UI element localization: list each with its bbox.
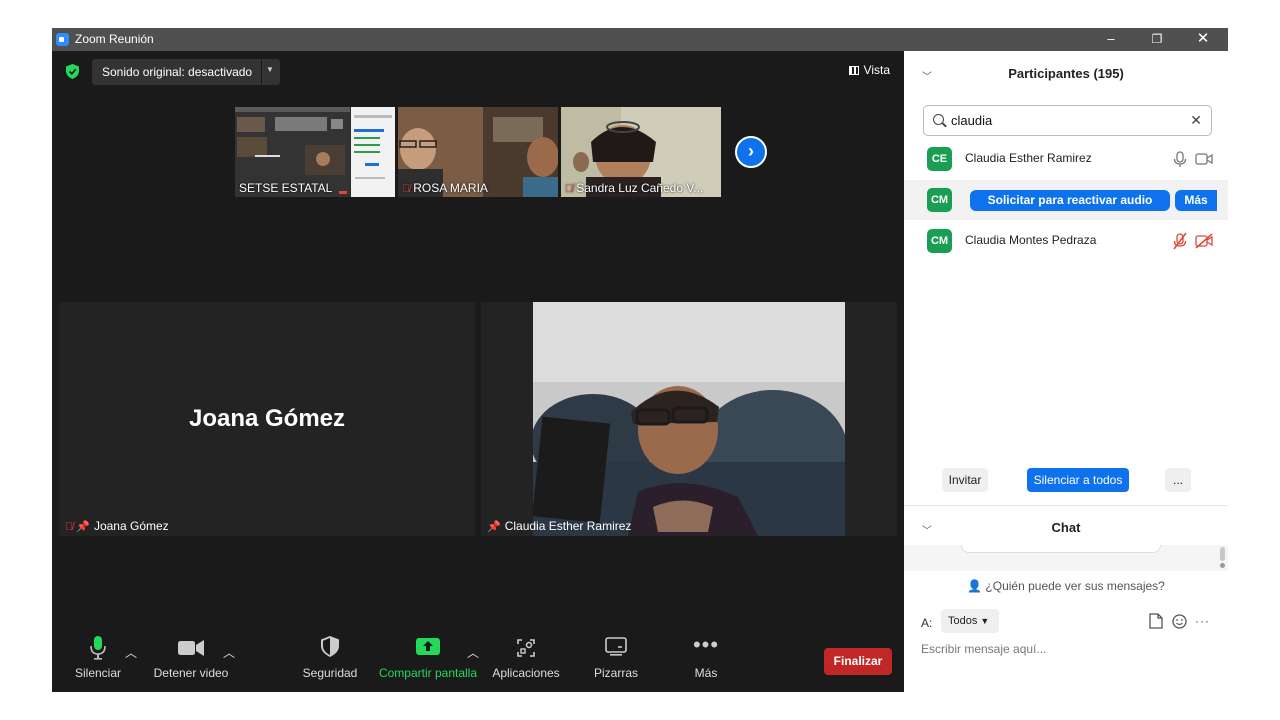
request-unmute-button[interactable]: Solicitar para reactivar audio: [970, 190, 1170, 211]
participant-row[interactable]: CM Claudia Montes Pedraza: [904, 221, 1228, 261]
side-panel: ﹀ Participantes (195) claudia ✕ CE Claud…: [904, 51, 1228, 692]
who-can-see-link[interactable]: 👤 ¿Quién puede ver sus mensajes?: [904, 579, 1228, 593]
apps-icon: [490, 632, 562, 662]
scrollbar-thumb[interactable]: [1220, 563, 1225, 568]
more-options-button[interactable]: Más: [1175, 190, 1217, 211]
more-dots-icon[interactable]: ···: [1195, 614, 1210, 628]
participant-row[interactable]: CE Claudia Esther Ramirez: [904, 139, 1228, 179]
whiteboards-button[interactable]: Pizarras: [586, 632, 646, 692]
participant-search-input[interactable]: claudia ✕: [923, 105, 1212, 136]
scrollbar[interactable]: [1220, 547, 1225, 561]
video-camera-icon[interactable]: [1194, 149, 1214, 169]
security-label: Seguridad: [302, 666, 358, 680]
minimize-button[interactable]: –: [1088, 28, 1134, 51]
original-sound-button[interactable]: Sonido original: desactivado ▼: [92, 59, 280, 85]
whiteboard-icon: [586, 632, 646, 662]
video-options-chevron-icon[interactable]: ︿: [223, 644, 235, 661]
share-screen-button[interactable]: Compartir pantalla: [376, 632, 480, 692]
participant-row-hover[interactable]: CM Solicitar para reactivar audio Más: [904, 180, 1228, 220]
participant-tile[interactable]: 📌 Claudia Esther Ramirez: [481, 302, 897, 536]
avatar: CM: [927, 188, 952, 212]
chevron-right-icon: ›: [748, 141, 754, 161]
whiteboards-label: Pizarras: [593, 666, 638, 680]
divider: [904, 505, 1228, 506]
file-icon[interactable]: [1149, 613, 1163, 629]
recipient-select[interactable]: Todos ▼: [941, 609, 999, 633]
to-label: A:: [921, 616, 933, 630]
restore-button[interactable]: ❐: [1134, 28, 1180, 51]
chat-message-input[interactable]: Escribir mensaje aquí...: [921, 642, 1046, 656]
close-button[interactable]: ✕: [1180, 28, 1226, 51]
more-dots-icon: •••: [692, 632, 720, 657]
pin-icon: 📌: [487, 521, 501, 533]
apps-button[interactable]: Aplicaciones: [490, 632, 562, 692]
participant-thumbnail[interactable]: 🎙̸ ROSA MARIA: [398, 107, 558, 197]
share-screen-icon: [376, 632, 480, 662]
more-options-button[interactable]: ...: [1165, 468, 1191, 492]
search-value: claudia: [951, 113, 993, 128]
muted-microphone-icon[interactable]: [1170, 231, 1190, 251]
more-button[interactable]: ••• Más: [676, 632, 736, 692]
zoom-window: Zoom Reunión – ❐ ✕ Sonido original: desa…: [52, 28, 1228, 692]
chevron-down-icon[interactable]: ▼: [266, 65, 274, 74]
thumbnail-name: 🎙̸ ROSA MARIA: [402, 181, 488, 195]
chevron-down-icon: ▼: [980, 616, 990, 626]
microphone-icon[interactable]: [1170, 149, 1190, 169]
emoji-icon[interactable]: [1172, 614, 1187, 629]
invite-button[interactable]: Invitar: [942, 468, 988, 492]
zoom-app-icon: [56, 33, 69, 46]
participants-title: Participantes (195): [1008, 66, 1124, 81]
divider: [261, 59, 262, 85]
share-options-chevron-icon[interactable]: ︿: [467, 644, 479, 661]
chat-title: Chat: [1051, 520, 1081, 535]
apps-label: Aplicaciones: [492, 666, 560, 680]
chat-message-bubble: [961, 545, 1161, 553]
thumbnail-name: 🎙̸ Sandra Luz Cañedo V...: [565, 181, 704, 195]
window-title: Zoom Reunión: [75, 32, 154, 46]
end-meeting-button[interactable]: Finalizar: [824, 648, 892, 675]
participant-display-name: Joana Gómez: [188, 405, 346, 432]
search-icon: [933, 114, 944, 125]
grid-view-icon: [848, 66, 859, 75]
participant-video: [533, 302, 845, 536]
encryption-shield-icon[interactable]: [66, 64, 79, 79]
next-page-button[interactable]: ›: [735, 136, 767, 168]
tile-name-label: 📌 Claudia Esther Ramirez: [487, 519, 632, 533]
security-button[interactable]: Seguridad: [300, 632, 360, 692]
participant-thumbnail[interactable]: SETSE ESTATAL: [235, 107, 395, 197]
avatar: CM: [927, 229, 952, 253]
participant-thumbnail[interactable]: 🎙̸ Sandra Luz Cañedo V...: [561, 107, 721, 197]
share-label: Compartir pantalla: [378, 666, 478, 680]
pin-icon: 📌: [76, 521, 90, 533]
participant-name: Claudia Montes Pedraza: [965, 233, 1097, 247]
title-bar: Zoom Reunión – ❐ ✕: [52, 28, 1228, 51]
security-shield-icon: [300, 632, 360, 662]
mute-label: Silenciar: [74, 666, 122, 680]
meeting-toolbar: Silenciar ︿ Detener video ︿ Seguridad Co…: [52, 632, 904, 692]
microphone-icon: [68, 632, 128, 662]
person-icon: 👤: [967, 579, 983, 593]
participant-name: Claudia Esther Ramirez: [965, 151, 1092, 165]
more-label: Más: [694, 666, 718, 680]
view-label: Vista: [863, 63, 890, 77]
participant-tile[interactable]: Joana Gómez 🎙̸ 📌 Joana Gómez: [59, 302, 475, 536]
video-label: Detener video: [153, 666, 229, 680]
tile-name-label: 🎙̸ 📌 Joana Gómez: [65, 519, 169, 533]
video-camera-icon: [151, 632, 231, 662]
mute-all-button[interactable]: Silenciar a todos: [1027, 468, 1129, 492]
view-button[interactable]: Vista: [848, 63, 890, 77]
chat-messages-area[interactable]: [904, 545, 1228, 571]
clear-search-icon[interactable]: ✕: [1190, 112, 1202, 129]
avatar: CE: [927, 147, 952, 171]
muted-mic-icon: 🎙̸: [402, 183, 411, 195]
stop-video-button[interactable]: Detener video: [151, 632, 231, 692]
thumbnail-name: SETSE ESTATAL: [239, 181, 333, 195]
muted-mic-icon: 🎙̸: [65, 521, 74, 533]
meeting-area: Sonido original: desactivado ▼ Vista SET…: [52, 51, 904, 692]
original-sound-label: Sonido original: desactivado: [102, 65, 253, 79]
audio-options-chevron-icon[interactable]: ︿: [125, 644, 137, 661]
mute-button[interactable]: Silenciar: [68, 632, 128, 692]
muted-mic-icon: 🎙̸: [565, 183, 574, 195]
video-off-icon[interactable]: [1194, 231, 1214, 251]
